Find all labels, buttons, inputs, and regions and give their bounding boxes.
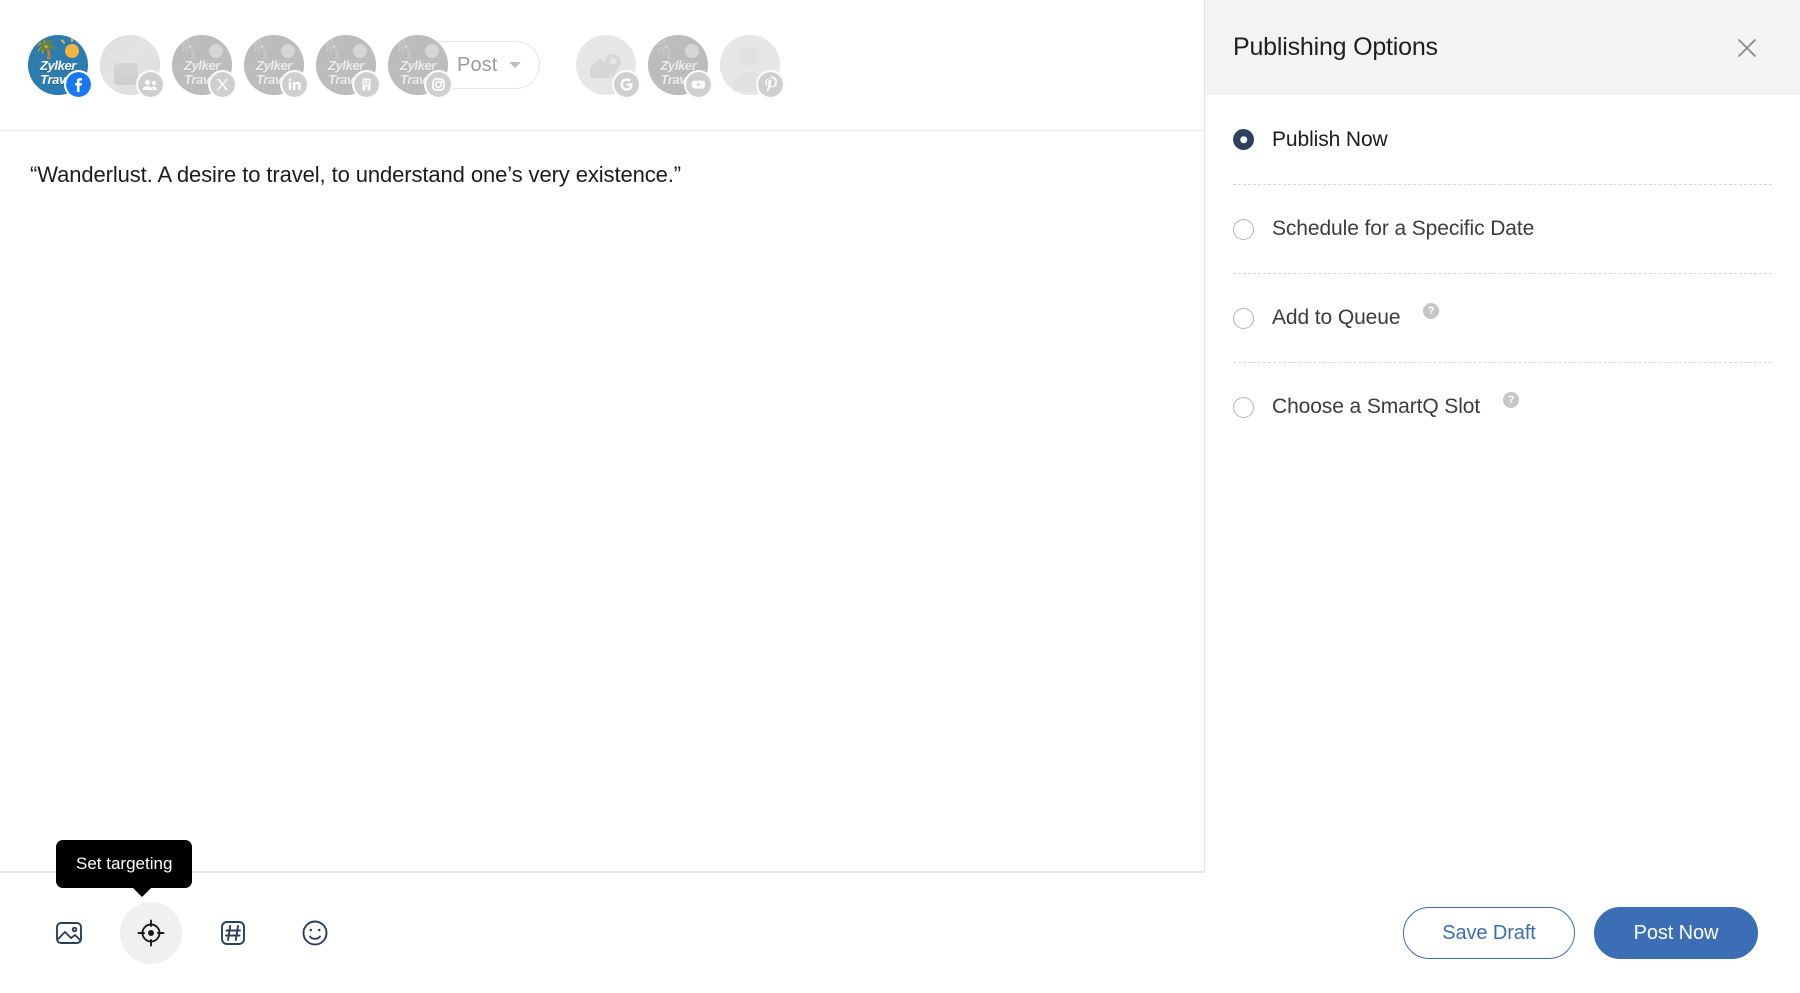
radio-schedule-specific-date[interactable] xyxy=(1233,219,1254,240)
publishing-option-list: Publish Now Schedule for a Specific Date… xyxy=(1205,95,1800,451)
smiley-icon xyxy=(298,916,332,950)
option-label: Choose a SmartQ Slot xyxy=(1272,395,1480,419)
post-editor[interactable]: “Wanderlust. A desire to travel, to unde… xyxy=(0,132,1204,871)
option-choose-smartq-slot[interactable]: Choose a SmartQ Slot ? xyxy=(1233,362,1772,451)
help-icon[interactable]: ? xyxy=(1503,392,1519,408)
add-emoji-button[interactable] xyxy=(284,902,346,964)
target-icon xyxy=(134,916,168,950)
channel-avatar-facebook-group[interactable] xyxy=(100,35,160,95)
composer-toolbar xyxy=(0,873,1205,993)
channel-avatar-facebook[interactable]: 🌴 ZylkerTravel xyxy=(28,35,88,95)
radio-choose-smartq-slot[interactable] xyxy=(1233,397,1254,418)
sun-icon xyxy=(65,44,79,58)
instagram-icon xyxy=(426,72,451,97)
option-publish-now[interactable]: Publish Now xyxy=(1233,95,1772,184)
x-icon xyxy=(210,72,235,97)
add-hashtag-button[interactable] xyxy=(202,902,264,964)
post-text[interactable]: “Wanderlust. A desire to travel, to unde… xyxy=(30,160,1174,190)
panel-header: Publishing Options xyxy=(1205,0,1800,95)
option-label: Publish Now xyxy=(1272,128,1388,152)
post-composer: 🌴 ZylkerTravel 🌴 Z xyxy=(0,0,1205,872)
save-draft-button[interactable]: Save Draft xyxy=(1403,907,1575,959)
linkedin-icon xyxy=(282,72,307,97)
post-type-label: Post xyxy=(457,54,497,77)
add-media-button[interactable] xyxy=(38,902,100,964)
facebook-icon xyxy=(66,72,91,97)
group-icon xyxy=(138,72,163,97)
channel-selector-bar: 🌴 ZylkerTravel 🌴 Z xyxy=(0,0,1204,131)
channel-avatar-youtube[interactable]: 🌴 ZylkerTravel xyxy=(648,35,708,95)
tooltip-set-targeting: Set targeting xyxy=(56,840,192,888)
page-title: Publishing Options xyxy=(1233,33,1438,62)
panel-footer: Save Draft Post Now xyxy=(1205,873,1800,993)
channel-avatar-pinterest[interactable] xyxy=(720,35,780,95)
palm-tree-icon: 🌴 xyxy=(34,40,58,59)
option-add-to-queue[interactable]: Add to Queue ? xyxy=(1233,273,1772,362)
option-schedule-specific-date[interactable]: Schedule for a Specific Date xyxy=(1233,184,1772,273)
channel-avatar-linkedin[interactable]: 🌴 ZylkerTravel xyxy=(244,35,304,95)
help-icon[interactable]: ? xyxy=(1423,303,1439,319)
channel-avatar-linkedin-page[interactable]: 🌴 ZylkerTravel xyxy=(316,35,376,95)
publishing-options-panel: Publishing Options Publish Now Schedule … xyxy=(1205,0,1800,993)
building-icon xyxy=(354,72,379,97)
set-targeting-button[interactable] xyxy=(120,902,182,964)
radio-add-to-queue[interactable] xyxy=(1233,308,1254,329)
option-label: Schedule for a Specific Date xyxy=(1272,217,1534,241)
hashtag-icon xyxy=(216,916,250,950)
option-label: Add to Queue xyxy=(1272,306,1400,330)
channel-avatar-instagram[interactable]: 🌴 ZylkerTravel xyxy=(388,35,448,95)
chevron-down-icon xyxy=(509,62,521,68)
channel-avatar-google-business[interactable] xyxy=(576,35,636,95)
google-icon xyxy=(614,72,639,97)
channel-avatar-x-twitter[interactable]: 🌴 ZylkerTravel xyxy=(172,35,232,95)
image-icon xyxy=(52,916,86,950)
close-icon[interactable] xyxy=(1732,33,1762,63)
radio-publish-now[interactable] xyxy=(1233,129,1254,150)
post-now-button[interactable]: Post Now xyxy=(1594,907,1758,959)
